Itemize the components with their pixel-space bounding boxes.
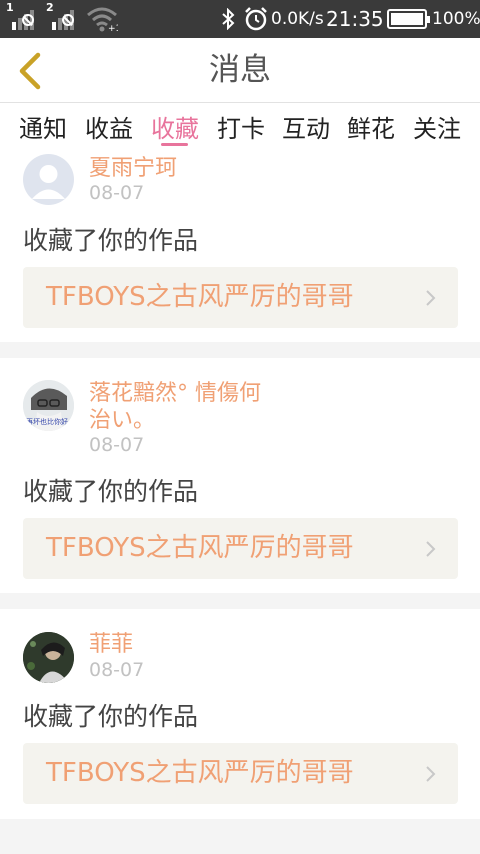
avatar[interactable]: 再坏也比你好 [23,380,74,431]
tab-flowers[interactable]: 鲜花 [347,109,395,144]
message-card: 再坏也比你好 落花黯然° 情傷何治い。 08-07 收藏了你的作品 TFBOYS… [0,358,480,593]
bluetooth-icon [222,8,235,30]
chevron-right-icon [426,541,436,557]
avatar[interactable] [23,154,74,205]
active-tab-indicator [161,143,188,146]
chevron-right-icon [426,290,436,306]
alarm-icon [245,7,267,31]
username[interactable]: 落花黯然° 情傷何治い。 [89,380,279,434]
clock: 21:35 [326,7,384,31]
tab-bar: 通知 收益 收藏 打卡 互动 鲜花 关注 [0,103,480,149]
back-button[interactable] [14,52,44,90]
tab-follow[interactable]: 关注 [413,109,461,144]
work-link[interactable]: TFBOYS之古风严厉的哥哥 [23,743,458,804]
tab-earnings[interactable]: 收益 [85,109,133,144]
card-divider [0,593,480,609]
message-card: 菲菲 08-07 收藏了你的作品 TFBOYS之古风严厉的哥哥 [0,609,480,819]
username[interactable]: 夏雨宁珂 [89,155,289,182]
battery-percent: 100% [432,9,480,29]
default-avatar-icon [32,165,65,199]
action-text: 收藏了你的作品 [23,477,199,506]
net-speed: 0.0K/s [271,9,324,29]
message-date: 08-07 [89,659,145,681]
work-title: TFBOYS之古风严厉的哥哥 [46,282,354,312]
chevron-right-icon [426,766,436,782]
battery-icon [387,9,430,29]
tab-favorites[interactable]: 收藏 [151,109,199,144]
card-divider [0,342,480,358]
message-card: 夏雨宁珂 08-07 收藏了你的作品 TFBOYS之古风严厉的哥哥 [0,149,480,342]
message-date: 08-07 [89,182,145,204]
work-title: TFBOYS之古风严厉的哥哥 [46,758,354,788]
action-text: 收藏了你的作品 [23,226,199,255]
svg-text:+1: +1 [108,24,118,32]
page-title: 消息 [209,52,271,88]
message-date: 08-07 [89,434,145,456]
tab-interaction[interactable]: 互动 [282,109,330,144]
action-text: 收藏了你的作品 [23,702,199,731]
username[interactable]: 菲菲 [89,631,289,658]
tab-notice[interactable]: 通知 [19,109,67,144]
avatar[interactable] [23,632,74,683]
app-header: 消息 [0,38,480,102]
tab-checkin[interactable]: 打卡 [217,109,265,144]
avatar-caption: 再坏也比你好 [26,418,68,426]
work-title: TFBOYS之古风严厉的哥哥 [46,533,354,563]
user-photo-icon [23,632,74,683]
status-bar: 1 2 +1 0.0K/s 21:35 [0,0,480,38]
work-link[interactable]: TFBOYS之古风严厉的哥哥 [23,267,458,328]
work-link[interactable]: TFBOYS之古风严厉的哥哥 [23,518,458,579]
card-divider [0,819,480,854]
wifi-icon: +1 [87,7,118,32]
